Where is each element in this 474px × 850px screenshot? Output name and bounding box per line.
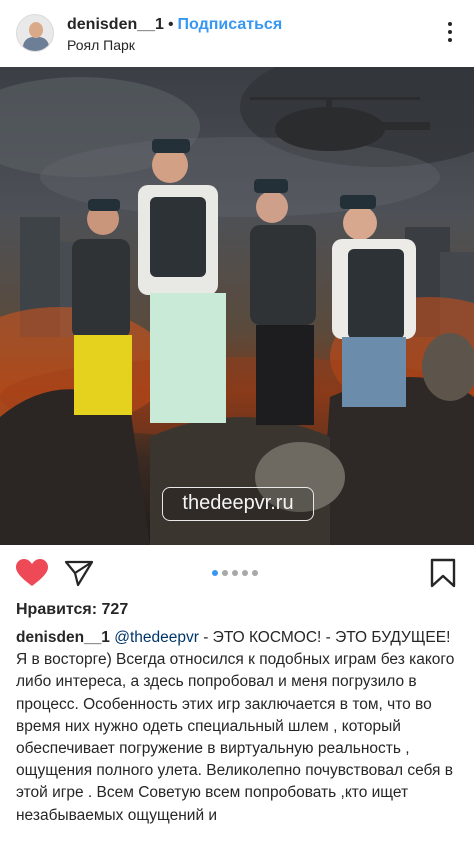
carousel-dot	[212, 570, 218, 576]
carousel-dot	[232, 570, 238, 576]
post-caption: denisden__1 @thedeepvr - ЭТО КОСМОС! - Э…	[16, 627, 462, 827]
photo-scene	[0, 67, 474, 545]
avatar-body	[23, 37, 49, 51]
post-actions	[0, 545, 474, 599]
carousel-dot	[252, 570, 258, 576]
heart-icon[interactable]	[16, 559, 48, 587]
avatar-face	[29, 22, 43, 38]
likes-count[interactable]: Нравится: 727	[16, 601, 128, 619]
carousel-dot	[242, 570, 248, 576]
more-vertical-icon[interactable]	[446, 22, 454, 46]
follow-button[interactable]: Подписаться	[178, 16, 283, 33]
caption-text: - ЭТО КОСМОС! - ЭТО БУДУЩЕЕ! Я в восторг…	[16, 629, 455, 824]
post-photo[interactable]: thedeepvr.ru	[0, 67, 474, 545]
watermark-label: thedeepvr.ru	[162, 487, 314, 521]
post-header: denisden__1 • Подписаться Роял Парк	[0, 0, 474, 67]
bookmark-icon[interactable]	[430, 558, 456, 588]
caption-username[interactable]: denisden__1	[16, 629, 110, 646]
caption-mention[interactable]: @thedeepvr	[114, 629, 199, 646]
location-link[interactable]: Роял Парк	[67, 37, 135, 53]
paper-plane-icon[interactable]	[64, 559, 94, 587]
username-link[interactable]: denisden__1	[67, 16, 164, 33]
carousel-indicator	[212, 570, 258, 576]
separator-dot: •	[167, 16, 174, 33]
carousel-dot	[222, 570, 228, 576]
header-line: denisden__1 • Подписаться	[67, 16, 282, 34]
avatar[interactable]	[16, 14, 54, 52]
